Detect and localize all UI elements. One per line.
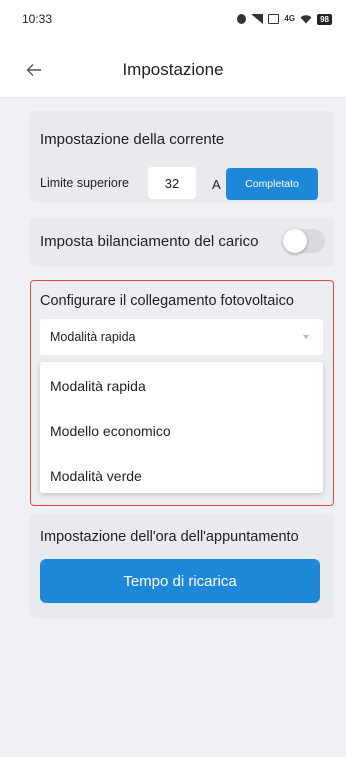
toggle-knob: [283, 229, 307, 253]
complete-button[interactable]: Completato: [226, 168, 318, 200]
pv-mode-selected: Modalità rapida: [50, 330, 136, 344]
pv-connection-title: Configurare il collegamento fotovoltaico: [40, 293, 294, 309]
status-bar: 10:33 4G 98: [0, 0, 346, 42]
pv-connection-card: Configurare il collegamento fotovoltaico…: [30, 280, 334, 506]
battery-level: 98: [317, 13, 332, 25]
current-setting-card: Impostazione della corrente Limite super…: [30, 111, 334, 202]
chevron-down-icon: [303, 335, 309, 339]
appointment-title: Impostazione dell'ora dell'appuntamento: [40, 529, 299, 545]
current-setting-title: Impostazione della corrente: [40, 131, 225, 148]
signal-icon: [251, 14, 264, 24]
status-icons: 4G 98: [237, 12, 332, 26]
settings-content: Impostazione della corrente Limite super…: [0, 98, 346, 757]
load-balance-label: Imposta bilanciamento del carico: [40, 233, 259, 250]
pv-mode-dropdown: Modalità rapida Modello economico Modali…: [40, 362, 323, 493]
app-header: Impostazione: [0, 42, 346, 98]
option-economic-mode[interactable]: Modello economico: [50, 423, 171, 439]
charge-time-button[interactable]: Tempo di ricarica: [40, 559, 320, 603]
network-type: 4G: [284, 14, 296, 23]
pv-mode-select[interactable]: Modalità rapida: [40, 319, 323, 355]
option-rapid-mode[interactable]: Modalità rapida: [50, 378, 146, 394]
limit-unit: A: [212, 177, 221, 192]
alarm-icon: [237, 14, 247, 24]
limit-input[interactable]: 32: [148, 167, 196, 199]
load-balance-toggle[interactable]: [283, 229, 325, 253]
appointment-card: Impostazione dell'ora dell'appuntamento …: [30, 514, 334, 618]
status-time: 10:33: [22, 12, 53, 26]
nfc-icon: [268, 14, 280, 24]
load-balance-card: Imposta bilanciamento del carico: [30, 218, 334, 266]
limit-label: Limite superiore: [40, 176, 129, 190]
option-green-mode[interactable]: Modalità verde: [50, 468, 142, 484]
wifi-icon: [300, 15, 312, 24]
page-title: Impostazione: [122, 60, 224, 79]
